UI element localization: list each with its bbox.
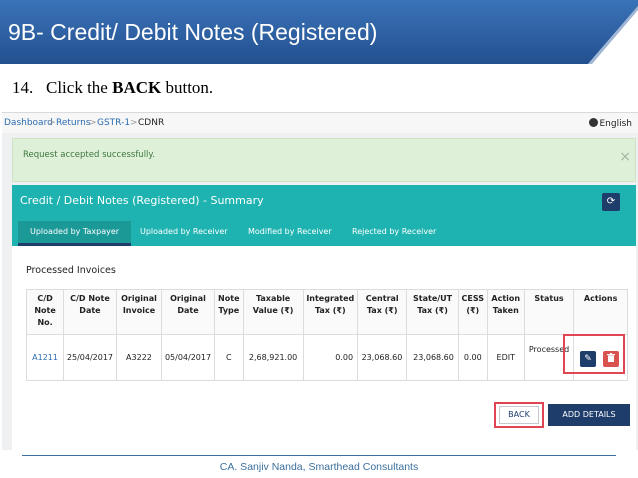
section-title: Processed Invoices xyxy=(26,265,116,276)
cell-original-date: 05/04/2017 xyxy=(161,334,215,381)
close-icon[interactable]: × xyxy=(619,150,631,164)
header-note-type: Note Type xyxy=(213,289,244,335)
cell-note-no[interactable]: A1211 xyxy=(25,334,65,381)
header-taxable-value: Taxable Value (₹) xyxy=(242,289,304,335)
cell-central-tax: 23,068.60 xyxy=(357,334,408,381)
breadcrumb-dashboard[interactable]: Dashboard xyxy=(4,118,53,128)
cell-state-tax: 23,068.60 xyxy=(406,334,459,381)
header-original-invoice: Original Invoice xyxy=(115,289,163,335)
breadcrumb: Dashboard > Returns > GSTR-1 > CDNR Engl… xyxy=(2,113,638,133)
cell-action-taken: EDIT xyxy=(486,334,525,381)
globe-icon xyxy=(588,118,598,127)
title-banner: 9B- Credit/ Debit Notes (Registered) xyxy=(0,0,638,64)
step-emphasis: BACK xyxy=(112,78,162,97)
step-instruction: 14. Click the BACK button. xyxy=(12,78,213,98)
delete-button[interactable] xyxy=(603,351,619,367)
header-original-date: Original Date xyxy=(161,289,215,335)
cell-note-date: 25/04/2017 xyxy=(63,334,117,381)
slide: 9B- Credit/ Debit Notes (Registered) 14.… xyxy=(0,0,638,478)
invoices-table: C/D Note No. C/D Note Date Original Invo… xyxy=(25,289,628,381)
edit-button[interactable]: ✎ xyxy=(580,351,596,367)
header-note-date: C/D Note Date xyxy=(63,289,117,335)
header-status: Status xyxy=(523,289,575,335)
footer-divider xyxy=(22,455,616,456)
breadcrumb-returns[interactable]: Returns xyxy=(56,118,91,128)
back-button[interactable]: BACK xyxy=(499,406,539,424)
header-cess: CESS (₹) xyxy=(457,289,488,335)
panel-title: Credit / Debit Notes (Registered) - Summ… xyxy=(20,194,264,207)
step-prefix: Click the xyxy=(46,78,108,97)
table-header-row: C/D Note No. C/D Note Date Original Invo… xyxy=(25,289,628,335)
success-alert: Request accepted successfully. × xyxy=(12,138,636,182)
header-actions: Actions xyxy=(573,289,628,335)
breadcrumb-separator: > xyxy=(89,118,97,128)
trash-icon xyxy=(607,353,615,364)
cell-cess: 0.00 xyxy=(457,334,488,381)
breadcrumb-cdnr: CDNR xyxy=(138,118,165,128)
step-suffix: button. xyxy=(165,78,214,97)
tab-modified-by-receiver[interactable]: Modified by Receiver xyxy=(248,227,332,236)
table-row: A1211 25/04/2017 A3222 05/04/2017 C 2,68… xyxy=(25,334,628,381)
header-integrated-tax: Integrated Tax (₹) xyxy=(302,289,359,335)
alert-message: Request accepted successfully. xyxy=(23,150,155,160)
language-label: English xyxy=(599,119,633,129)
breadcrumb-separator: > xyxy=(130,118,138,128)
breadcrumb-gstr1[interactable]: GSTR-1 xyxy=(97,118,130,128)
header-note-no: C/D Note No. xyxy=(25,289,65,335)
language-selector[interactable]: English xyxy=(588,118,633,129)
footer-credit: CA. Sanjiv Nanda, Smarthead Consultants xyxy=(219,461,419,473)
cell-original-invoice: A3222 xyxy=(115,334,163,381)
panel-header: Credit / Debit Notes (Registered) - Summ… xyxy=(12,185,636,246)
breadcrumb-separator: > xyxy=(48,118,56,128)
slide-title: 9B- Credit/ Debit Notes (Registered) xyxy=(8,19,378,45)
add-details-button[interactable]: ADD DETAILS xyxy=(548,404,630,426)
cell-integrated-tax: 0.00 xyxy=(302,334,359,381)
header-action-taken: Action Taken xyxy=(486,289,525,335)
tab-uploaded-by-taxpayer[interactable]: Uploaded by Taxpayer xyxy=(18,221,132,246)
cell-note-type: C xyxy=(213,334,244,381)
app-screenshot: Dashboard > Returns > GSTR-1 > CDNR Engl… xyxy=(2,112,638,451)
tab-uploaded-by-receiver[interactable]: Uploaded by Receiver xyxy=(140,227,228,236)
header-state-tax: State/UT Tax (₹) xyxy=(406,289,459,335)
tab-rejected-by-receiver[interactable]: Rejected by Receiver xyxy=(352,227,436,236)
step-number: 14. xyxy=(12,78,34,97)
cell-taxable-value: 2,68,921.00 xyxy=(242,334,304,381)
pencil-icon: ✎ xyxy=(584,354,592,364)
refresh-icon[interactable]: ⟳ xyxy=(602,193,620,211)
header-central-tax: Central Tax (₹) xyxy=(357,289,408,335)
